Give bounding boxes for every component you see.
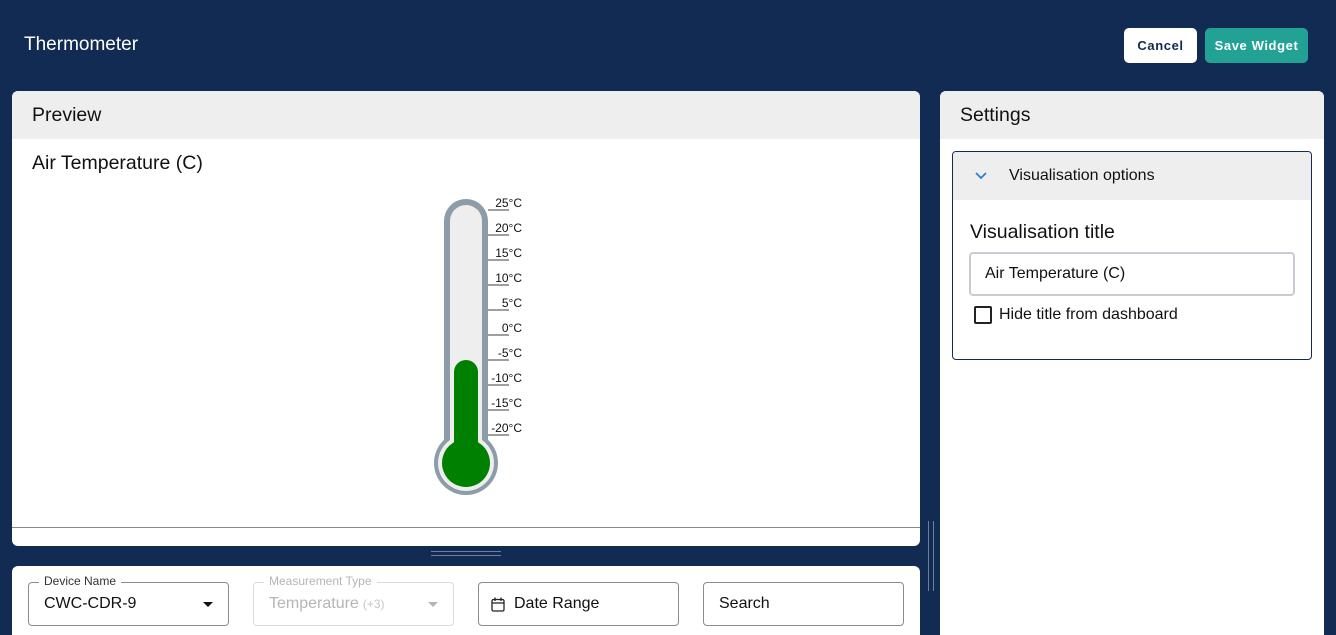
thermometer-tick-label: 5°C	[502, 296, 522, 310]
device-name-value: CWC-CDR-9	[44, 595, 137, 612]
preview-panel: Preview Air Temperature (C) 25°C 20°C 15°C…	[12, 91, 920, 546]
accordion-header[interactable]: Visualisation options	[953, 152, 1311, 200]
filter-bar: Device Name CWC-CDR-9 Measurement Type T…	[12, 566, 920, 635]
device-name-select[interactable]: Device Name CWC-CDR-9	[28, 574, 229, 626]
settings-header: Settings	[940, 91, 1324, 139]
thermometer-tick-label: 15°C	[495, 246, 522, 260]
top-bar: Thermometer Cancel Save Widget	[0, 0, 1336, 91]
visualisation-options-accordion: Visualisation options Visualisation titl…	[952, 151, 1312, 360]
visualisation-title-label: Visualisation title	[970, 221, 1115, 243]
cancel-button[interactable]: Cancel	[1124, 28, 1197, 63]
measurement-type-value: Temperature	[269, 595, 359, 612]
resize-handle-horizontal[interactable]	[431, 551, 501, 558]
hide-title-option[interactable]: Hide title from dashboard	[974, 306, 1178, 324]
thermometer-tick-label: 20°C	[495, 221, 522, 235]
hide-title-checkbox[interactable]	[974, 306, 992, 324]
device-name-label: Device Name	[39, 574, 122, 588]
date-range-picker[interactable]: Date Range	[478, 582, 679, 626]
save-widget-button[interactable]: Save Widget	[1205, 28, 1308, 63]
dropdown-caret-icon	[428, 602, 438, 607]
settings-panel: Settings Visualisation options Visualisa…	[940, 91, 1324, 635]
thermometer-tick-label: 10°C	[495, 271, 522, 285]
page-title: Thermometer	[24, 34, 139, 55]
measurement-type-label: Measurement Type	[264, 574, 377, 588]
thermometer-widget: 25°C 20°C 15°C 10°C 5°C 0°C -5°C -10°C -15°C -20°…	[434, 196, 522, 495]
thermometer-tick-label: -5°C	[498, 346, 522, 360]
resize-handle-vertical[interactable]	[928, 521, 934, 591]
search-input[interactable]: Search	[703, 582, 904, 626]
chevron-down-icon[interactable]	[953, 172, 1009, 180]
accordion-title: Visualisation options	[1009, 167, 1155, 184]
visualisation-title-input[interactable]	[969, 252, 1295, 296]
hide-title-label: Hide title from dashboard	[999, 306, 1178, 323]
measurement-type-extra: (+3)	[362, 597, 385, 611]
calendar-icon	[491, 597, 505, 612]
dropdown-caret-icon	[203, 602, 213, 607]
thermometer-tick-label: -10°C	[491, 371, 522, 385]
thermometer-tick-label: -15°C	[491, 396, 522, 410]
thermometer-bulb	[442, 439, 490, 487]
thermometer-tick-label: 0°C	[502, 321, 522, 335]
date-range-placeholder: Date Range	[514, 595, 600, 612]
thermometer-tick-label: -20°C	[491, 421, 522, 435]
thermometer-tick-label: 25°C	[495, 196, 522, 210]
preview-divider	[12, 527, 920, 528]
measurement-type-select[interactable]: Measurement Type Temperature (+3)	[253, 574, 454, 626]
search-placeholder: Search	[719, 595, 770, 612]
